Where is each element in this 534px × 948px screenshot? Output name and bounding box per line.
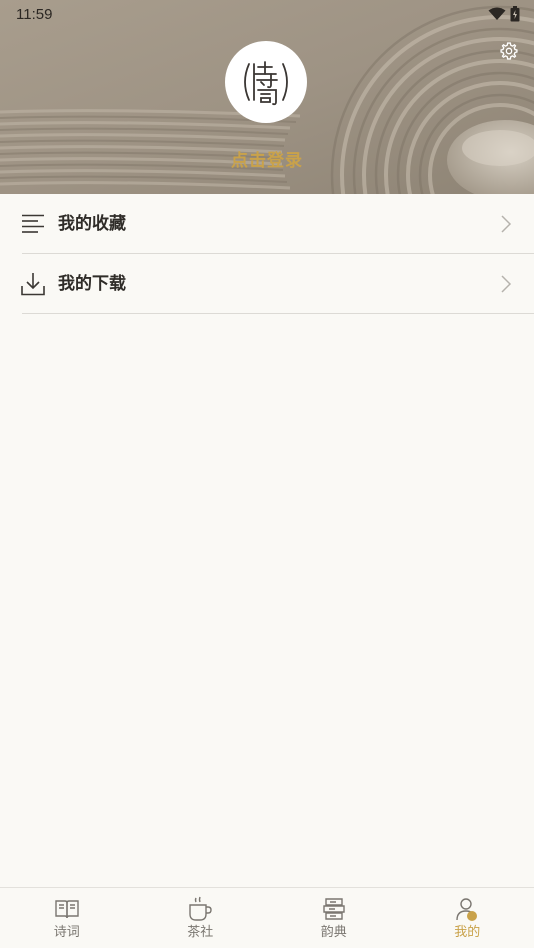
tab-tea-house[interactable]: 茶社 xyxy=(134,888,268,948)
wifi-icon xyxy=(488,7,506,20)
tab-label: 韵典 xyxy=(320,925,347,940)
tab-mine[interactable]: 我的 xyxy=(401,888,534,948)
avatar[interactable] xyxy=(225,41,307,123)
open-book-icon xyxy=(55,900,79,919)
download-icon xyxy=(21,273,45,296)
settings-button[interactable] xyxy=(498,40,520,62)
battery-icon xyxy=(510,6,520,22)
chevron-right-icon xyxy=(501,275,512,293)
profile-header: 11:59 点击登录 xyxy=(0,0,534,194)
stacked-books-icon xyxy=(323,898,345,920)
gear-icon xyxy=(500,42,518,60)
tab-label: 诗词 xyxy=(53,925,80,940)
status-icons xyxy=(488,6,520,22)
menu-item-downloads[interactable]: 我的下载 xyxy=(0,254,534,314)
poetry-seal-logo xyxy=(244,61,288,106)
profile-menu: 我的收藏 我的下载 xyxy=(0,194,534,314)
tab-label: 茶社 xyxy=(187,925,214,940)
tea-cup-icon xyxy=(189,896,212,921)
chevron-right-icon xyxy=(501,215,512,233)
tab-label: 我的 xyxy=(454,925,481,940)
menu-item-label: 我的下载 xyxy=(58,274,126,294)
status-time: 11:59 xyxy=(16,5,53,23)
menu-item-favorites[interactable]: 我的收藏 xyxy=(0,194,534,254)
status-bar: 11:59 xyxy=(0,0,534,28)
menu-item-label: 我的收藏 xyxy=(58,214,126,234)
tab-poetry[interactable]: 诗词 xyxy=(0,888,134,948)
bottom-nav: 诗词 茶社 韵典 我的 xyxy=(0,887,534,948)
list-lines-icon xyxy=(22,214,44,233)
person-icon xyxy=(456,898,478,921)
login-link[interactable]: 点击登录 xyxy=(0,146,534,171)
tab-rhyme-dictionary[interactable]: 韵典 xyxy=(267,888,401,948)
profile-screen: 11:59 点击登录 我的收藏 我的下载 诗词 茶社 韵典 我的 xyxy=(0,0,534,948)
